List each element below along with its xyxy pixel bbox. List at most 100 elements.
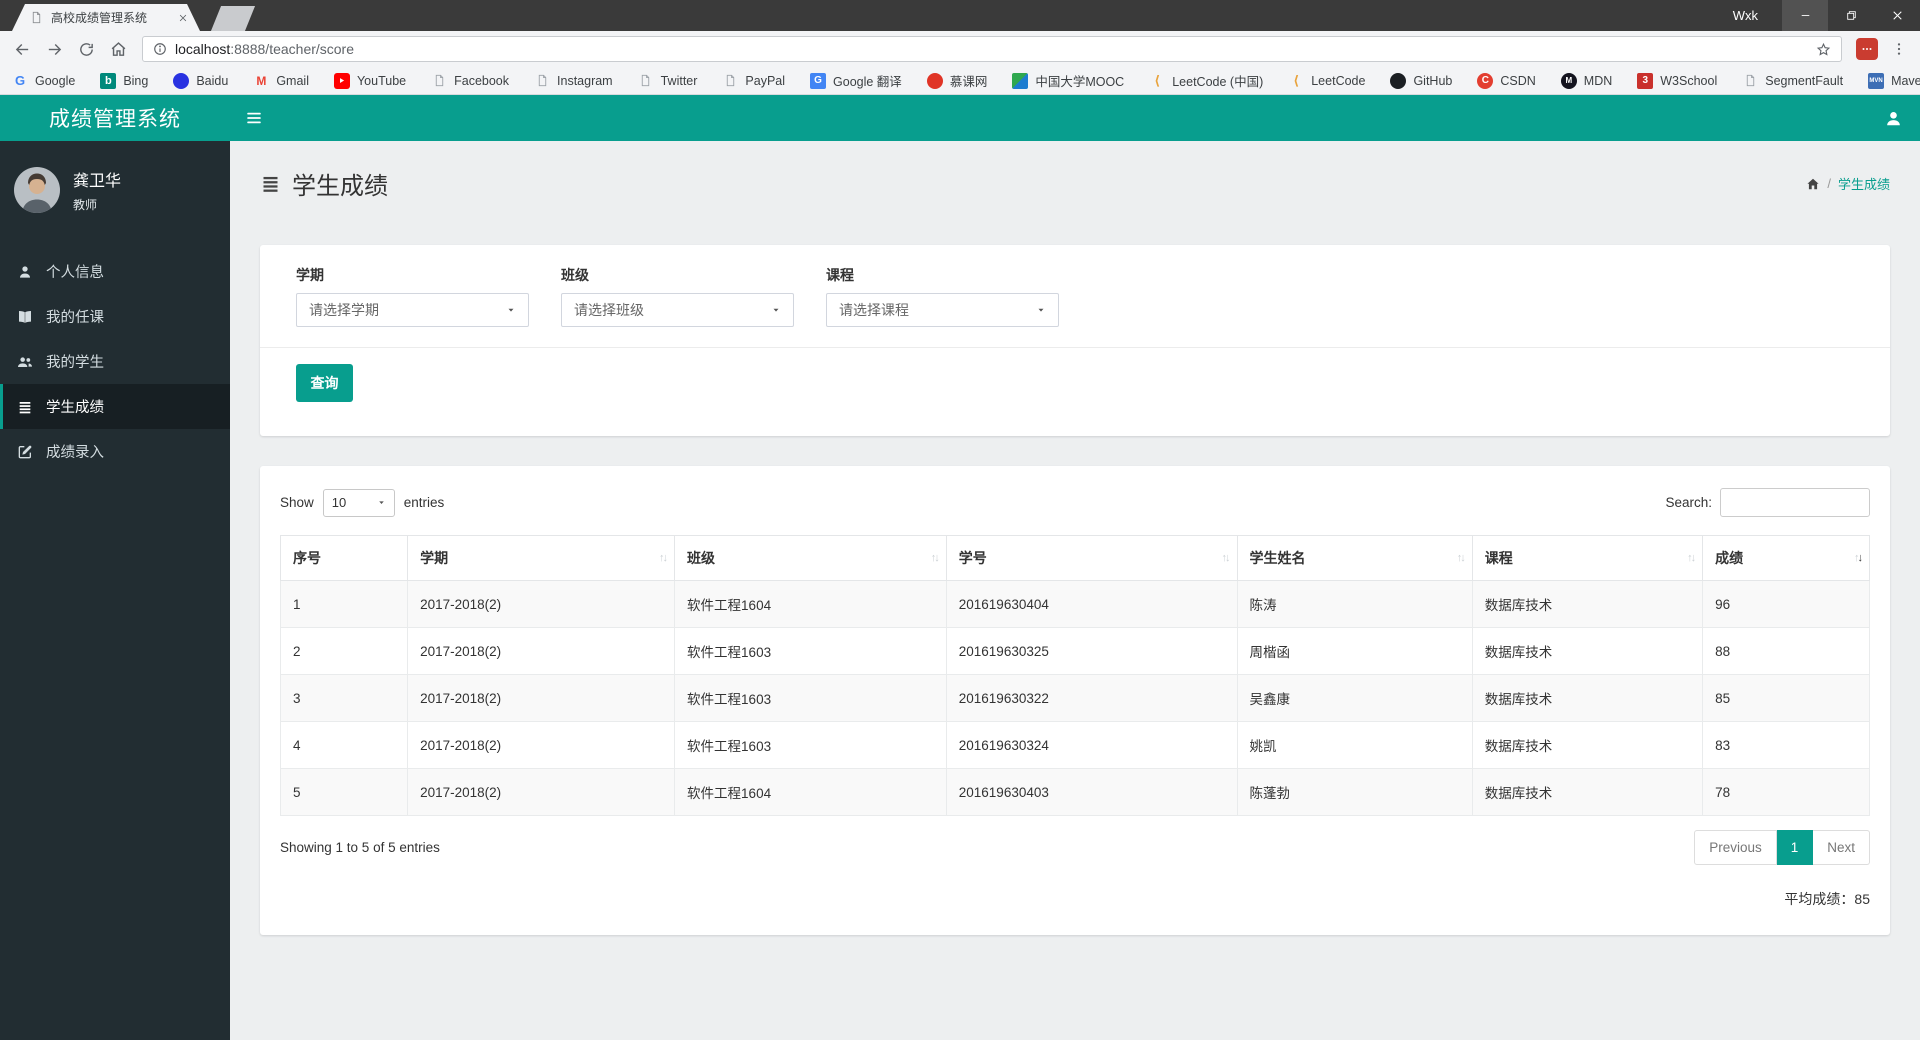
bookmark-item[interactable]: G Google 翻译 [810, 71, 902, 90]
app-logo[interactable]: 成绩管理系统 [0, 95, 230, 141]
window-close-button[interactable] [1874, 0, 1920, 31]
sidebar-item-score-entry[interactable]: 成绩录入 [0, 429, 230, 474]
table-row[interactable]: 2 2017-2018(2) 软件工程1603 201619630325 周楷函 数据库技… [279, 627, 1870, 675]
bookmark-item[interactable]: C CSDN [1477, 72, 1536, 89]
browser-tab[interactable]: 高校成绩管理系统 [12, 4, 200, 31]
back-button[interactable] [8, 35, 36, 63]
bookmark-item[interactable]: M Gmail [253, 73, 309, 89]
bookmark-item[interactable]: Instagram [534, 73, 613, 89]
table-cell: 201619630325 [945, 627, 1238, 675]
table-row[interactable]: 5 2017-2018(2) 软件工程1604 201619630403 陈蓬勃 数据库技… [279, 768, 1870, 816]
sidebar-item-label: 成绩录入 [46, 445, 104, 461]
bookmark-item[interactable]: 慕课网 [926, 71, 988, 90]
column-header[interactable]: 成绩 ↑↓ [1702, 535, 1870, 581]
window-restore-button[interactable] [1828, 0, 1874, 31]
caret-down-icon [377, 498, 386, 507]
page-length-value: 10 [331, 495, 347, 510]
user-name: 龚卫华 [73, 173, 122, 190]
bookmark-item[interactable]: YouTube [333, 72, 407, 89]
column-header[interactable]: 课程 ↑↓ [1471, 535, 1704, 581]
bookmark-item[interactable]: 3 W3School [1637, 72, 1717, 89]
tab-page-icon [30, 11, 43, 24]
home-button[interactable] [104, 35, 132, 63]
bookmark-label: Google [35, 73, 76, 88]
page-favicon [1742, 73, 1758, 89]
info-icon[interactable] [153, 42, 167, 56]
bookmark-label: YouTube [356, 73, 407, 88]
sidebar-toggle-button[interactable] [230, 95, 278, 141]
table-row[interactable]: 1 2017-2018(2) 软件工程1604 201619630404 陈涛 数据库技术… [279, 580, 1870, 628]
tab-title: 高校成绩管理系统 [51, 11, 148, 25]
bookmark-item[interactable]: GitHub [1390, 72, 1452, 89]
forward-button[interactable] [40, 35, 68, 63]
sidebar-item-my-courses[interactable]: 我的任课 [0, 294, 230, 339]
page-length-select[interactable]: 10 [322, 488, 395, 517]
bookmarks-bar: G Google b Bing Baidu M Gmail YouTube Facebook In… [0, 67, 1920, 95]
pagination: Previous 1 Next [1694, 830, 1870, 865]
bookmark-item[interactable]: Baidu [173, 72, 228, 89]
table-cell: 软件工程1604 [674, 768, 947, 816]
average-score-label: 平均成绩： [1784, 891, 1855, 907]
pagination-next-button[interactable]: Next [1813, 830, 1870, 865]
new-tab-button[interactable] [210, 6, 256, 31]
bookmark-label: Google 翻译 [833, 75, 902, 89]
table-cell: 数据库技术 [1471, 627, 1704, 675]
column-header[interactable]: 学期 ↑↓ [407, 535, 676, 581]
mooc-favicon [1012, 72, 1029, 89]
table-row[interactable]: 4 2017-2018(2) 软件工程1603 201619630324 姚凯 数据库技术… [279, 721, 1870, 769]
column-header[interactable]: 学号 ↑↓ [945, 535, 1238, 581]
table-cell: 88 [1702, 627, 1870, 675]
bookmark-item[interactable]: ⟨ LeetCode (中国) [1149, 71, 1263, 90]
bookmark-label: MDN [1583, 73, 1613, 88]
bookmark-item[interactable]: ⟨ LeetCode [1288, 73, 1365, 89]
bookmark-item[interactable]: Facebook [431, 73, 509, 89]
filter-label: 课程 [826, 267, 854, 283]
tab-close-icon[interactable] [178, 13, 188, 23]
bookmark-item[interactable]: MVN Maven Repository [1868, 72, 1920, 89]
header-user-icon[interactable] [1866, 95, 1920, 141]
caret-down-icon [1036, 305, 1046, 315]
sort-icon: ↑↓ [1456, 552, 1466, 564]
column-header-label: 学生姓名 [1249, 550, 1306, 566]
table-cell: 2017-2018(2) [407, 721, 676, 769]
datatable-footer: Showing 1 to 5 of 5 entries Previous 1 N… [280, 816, 1870, 865]
sidebar-item-student-scores[interactable]: 学生成绩 [0, 384, 230, 429]
query-button[interactable]: 查询 [296, 364, 353, 402]
bookmark-item[interactable]: b Bing [100, 72, 148, 89]
bookmark-item[interactable]: PayPal [722, 73, 785, 89]
class-select[interactable]: 请选择班级 [561, 293, 794, 327]
table-info: Showing 1 to 5 of 5 entries [280, 840, 440, 855]
table-cell: 数据库技术 [1471, 580, 1704, 628]
column-header[interactable]: 学生姓名 ↑↓ [1236, 535, 1473, 581]
sidebar-item-profile[interactable]: 个人信息 [0, 249, 230, 294]
sidebar-item-my-students[interactable]: 我的学生 [0, 339, 230, 384]
browser-menu-icon[interactable] [1886, 36, 1912, 62]
refresh-button[interactable] [72, 35, 100, 63]
address-bar[interactable]: localhost:8888/teacher/score [142, 36, 1842, 62]
pagination-previous-button[interactable]: Previous [1694, 830, 1777, 865]
table-row[interactable]: 3 2017-2018(2) 软件工程1603 201619630322 吴鑫康 数据库技… [279, 674, 1870, 722]
table-cell: 周楷函 [1236, 627, 1473, 675]
column-header-label: 成绩 [1715, 550, 1744, 566]
breadcrumb-current[interactable]: 学生成绩 [1838, 174, 1890, 193]
semester-select[interactable]: 请选择学期 [296, 293, 529, 327]
search-input[interactable] [1720, 488, 1870, 517]
pagination-page-1-button[interactable]: 1 [1776, 830, 1814, 865]
bookmark-star-icon[interactable] [1816, 42, 1831, 57]
breadcrumb-home-icon[interactable] [1806, 177, 1820, 191]
bookmark-item[interactable]: 中国大学MOOC [1012, 71, 1124, 90]
column-header[interactable]: 班级 ↑↓ [674, 535, 947, 581]
bookmark-item[interactable]: Twitter [638, 73, 697, 89]
table-cell: 3 [279, 674, 409, 722]
table-cell: 陈涛 [1236, 580, 1473, 628]
course-select[interactable]: 请选择课程 [826, 293, 1059, 327]
window-minimize-button[interactable] [1782, 0, 1828, 31]
bookmark-item[interactable]: M MDN [1560, 72, 1613, 89]
table-cell: 数据库技术 [1471, 721, 1704, 769]
bookmark-item[interactable]: G Google [12, 73, 75, 89]
extension-icon[interactable] [1856, 38, 1878, 60]
bookmark-label: 慕课网 [949, 75, 988, 89]
leetcode-favicon: ⟨ [1293, 72, 1300, 88]
bookmark-item[interactable]: SegmentFault [1742, 73, 1843, 89]
table-cell: 4 [279, 721, 409, 769]
